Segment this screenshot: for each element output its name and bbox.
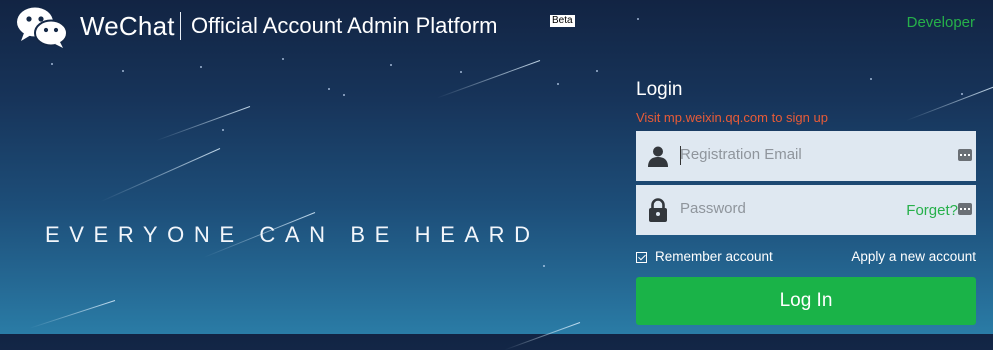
star — [122, 70, 124, 72]
remember-account-checkbox[interactable]: Remember account — [636, 249, 773, 265]
star — [390, 64, 392, 66]
meteor — [155, 106, 251, 142]
star — [460, 71, 462, 73]
top-header: WeChat Official Account Admin Platform B… — [0, 0, 993, 50]
star — [222, 129, 224, 131]
star — [51, 63, 53, 65]
apply-new-account-link[interactable]: Apply a new account — [851, 249, 976, 265]
meteor — [504, 322, 581, 350]
autofill-key-icon[interactable] — [958, 203, 972, 215]
brand-name: WeChat — [80, 11, 175, 41]
checkbox-checked-icon[interactable] — [636, 251, 647, 263]
wechat-logo-icon[interactable] — [14, 4, 68, 48]
login-button[interactable]: Log In — [636, 277, 976, 325]
star — [343, 94, 345, 96]
star — [282, 58, 284, 60]
meteor — [101, 148, 221, 202]
autofill-key-icon[interactable] — [958, 149, 972, 161]
password-placeholder: Password — [680, 200, 746, 217]
password-field[interactable]: Password Forget? — [636, 185, 976, 235]
login-title: Login — [636, 79, 683, 100]
meteor — [436, 60, 541, 99]
star — [557, 83, 559, 85]
meteor — [906, 86, 993, 122]
user-icon — [648, 146, 668, 167]
star — [870, 78, 872, 80]
forgot-password-link[interactable]: Forget? — [906, 202, 958, 219]
email-placeholder: Registration Email — [680, 146, 802, 163]
remember-account-label: Remember account — [655, 249, 773, 264]
star — [596, 70, 598, 72]
star — [543, 265, 545, 267]
platform-title: Official Account Admin Platform — [191, 13, 498, 38]
developer-link[interactable]: Developer — [907, 14, 975, 31]
signup-hint: Visit mp.weixin.qq.com to sign up — [636, 110, 828, 125]
beta-badge: Beta — [550, 15, 575, 27]
lock-icon — [649, 198, 667, 222]
star — [200, 66, 202, 68]
header-divider — [180, 12, 181, 40]
hero-slogan: EVERYONE CAN BE HEARD — [45, 222, 540, 247]
star — [328, 88, 330, 90]
star — [961, 93, 963, 95]
meteor — [29, 300, 116, 329]
email-field[interactable]: Registration Email — [636, 131, 976, 181]
